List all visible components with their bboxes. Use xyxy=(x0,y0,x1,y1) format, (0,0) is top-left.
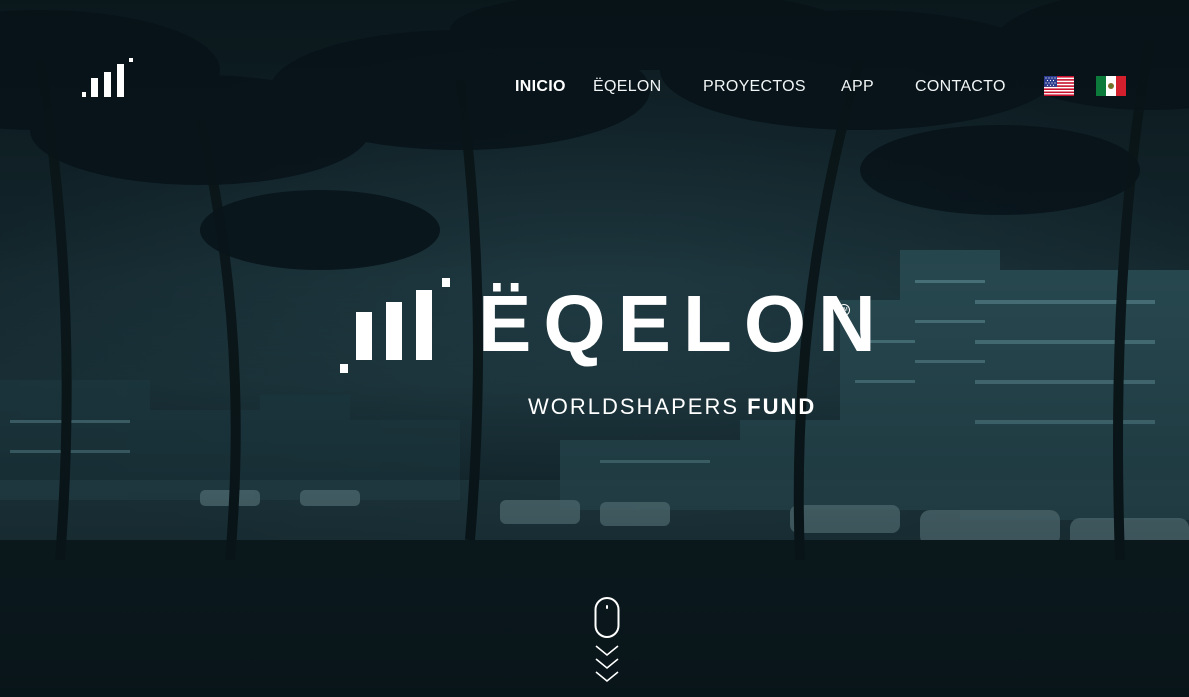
trademark-symbol: TM xyxy=(838,304,850,316)
mouse-scroll-icon xyxy=(594,597,620,638)
tagline-bold: FUND xyxy=(747,394,817,419)
hero-brand: ËQELON TM WORLDSHAPERS FUND xyxy=(338,276,876,426)
nav-item-contacto[interactable]: CONTACTO xyxy=(915,78,1006,96)
mexico-flag-icon[interactable] xyxy=(1096,76,1126,96)
us-flag-icon[interactable] xyxy=(1044,76,1074,96)
triple-chevron-down-icon xyxy=(595,645,619,683)
nav-item-inicio[interactable]: INICIO xyxy=(515,78,566,96)
nav-item-proyectos[interactable]: PROYECTOS xyxy=(703,78,806,96)
scroll-down-indicator[interactable] xyxy=(590,596,624,688)
main-nav: INICIO ËQELON PROYECTOS APP CONTACTO xyxy=(0,78,1189,100)
tagline-regular: WORLDSHAPERS xyxy=(528,394,748,419)
nav-item-app[interactable]: APP xyxy=(841,78,874,96)
brand-name: ËQELON xyxy=(478,279,888,368)
brand-tagline: WORLDSHAPERS FUND xyxy=(528,394,816,420)
brand-logo-icon xyxy=(340,278,450,373)
nav-item-eqelon[interactable]: ËQELON xyxy=(593,78,662,96)
hero-section: INICIO ËQELON PROYECTOS APP CONTACTO ËQE… xyxy=(0,0,1189,697)
